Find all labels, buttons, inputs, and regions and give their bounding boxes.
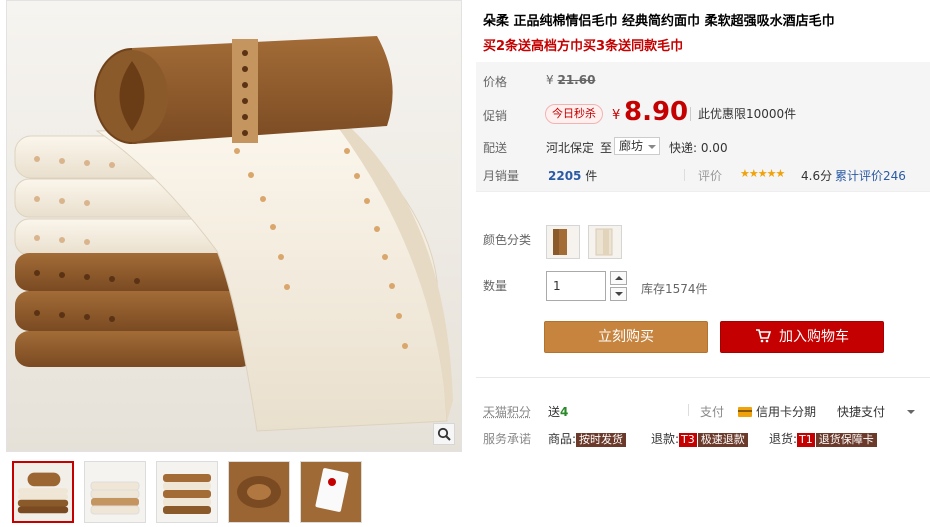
promo-limit-note: 此优惠限10000件 (689, 107, 797, 121)
product-title: 朵柔 正品纯棉情侣毛巾 经典简约面巾 柔软超强吸水酒店毛巾 (483, 14, 835, 29)
thumb-towel-stack-roll[interactable] (12, 461, 74, 523)
cart-icon (756, 328, 771, 342)
return-label: 退货: (769, 432, 798, 446)
thumb-image (14, 463, 72, 521)
destination-city: 廊坊 (619, 139, 644, 153)
add-to-cart-button[interactable]: 加入购物车 (720, 321, 884, 353)
refund-promise[interactable]: 退款: T3 极速退款 (651, 430, 748, 447)
thumbnail-strip (12, 461, 362, 523)
zoom-button[interactable] (433, 423, 455, 445)
destination-select[interactable]: 廊坊 (614, 137, 660, 155)
points-reward: 送4 (548, 403, 568, 420)
thumb-image (229, 462, 289, 522)
thumb-cream-stack[interactable] (84, 461, 146, 523)
thumb-image (157, 462, 217, 522)
product-info-panel: 朵柔 正品纯棉情侣毛巾 经典简约面巾 柔软超强吸水酒店毛巾 买2条送高档方巾买3… (476, 0, 930, 527)
price-label: 价格 (483, 75, 508, 89)
brown-towel-swatch-icon (547, 226, 579, 258)
credit-card-installment[interactable]: 信用卡分期 (738, 403, 816, 420)
main-product-image[interactable] (6, 0, 462, 452)
service-promise-label: 服务承诺 (483, 432, 532, 446)
ship-to-word: 至 (600, 141, 613, 155)
currency-symbol: ¥ (546, 73, 554, 87)
ship-from: 河北保定 (546, 141, 595, 155)
thumb-image (85, 462, 145, 522)
thumb-label-tag[interactable] (300, 461, 362, 523)
credit-card-label: 信用卡分期 (756, 405, 817, 419)
cream-towel-swatch-icon (589, 226, 621, 258)
flash-sale-badge: 今日秒杀 (545, 104, 603, 124)
section-divider (476, 377, 930, 378)
goods-promise[interactable]: 商品: 按时发货 (548, 430, 627, 447)
color-option-cream[interactable] (588, 225, 622, 259)
buy-now-button[interactable]: 立刻购买 (544, 321, 708, 353)
price-box: 价格 ¥ 21.60 促销 今日秒杀 ¥ 8.90 此优惠限10000件 配送 … (476, 62, 930, 192)
monthly-sales-count: 2205 (548, 169, 582, 183)
refund-tier-badge: T3 (679, 433, 697, 447)
credit-card-icon (738, 406, 752, 417)
review-count-link[interactable]: 累计评价246 (835, 167, 906, 184)
quick-pay[interactable]: 快捷支付 (837, 403, 885, 420)
stock-count: 库存1574件 (641, 282, 708, 296)
rating-score: 4.6分 (801, 169, 833, 183)
on-time-delivery-badge: 按时发货 (576, 433, 627, 447)
points-prefix: 送 (548, 405, 561, 419)
color-label: 颜色分类 (483, 233, 532, 247)
quantity-label: 数量 (483, 279, 508, 293)
tmall-points-label[interactable]: 天猫积分 (483, 403, 531, 420)
delivery-label: 配送 (483, 141, 508, 155)
chevron-down-icon[interactable] (907, 410, 915, 414)
points-value: 4 (560, 405, 569, 419)
quantity-decrease-button[interactable] (610, 287, 627, 301)
thumb-brown-closeup[interactable] (228, 461, 290, 523)
rating-label: 评价 (698, 169, 723, 183)
quantity-input[interactable]: 1 (546, 271, 606, 301)
monthly-sales-unit: 件 (585, 169, 598, 183)
chevron-down-icon (648, 145, 656, 149)
quantity-increase-button[interactable] (610, 271, 627, 285)
color-option-brown[interactable] (546, 225, 580, 259)
return-tier-badge: T1 (797, 433, 815, 447)
promo-price: 8.90 (624, 97, 689, 127)
monthly-sales-label: 月销量 (483, 169, 520, 183)
return-guarantee-badge: 退货保障卡 (815, 433, 877, 447)
towel-photo (7, 1, 461, 451)
magnifier-icon (437, 427, 451, 441)
add-to-cart-label: 加入购物车 (779, 329, 849, 345)
promo-label: 促销 (483, 109, 508, 123)
refund-label: 退款: (651, 432, 680, 446)
shipping-fee: 快递: 0.00 (669, 141, 728, 155)
product-subtitle: 买2条送高档方巾买3条送同款毛巾 (483, 39, 684, 54)
promo-currency-symbol: ¥ (612, 108, 621, 123)
fast-refund-badge: 极速退款 (697, 433, 748, 447)
return-promise[interactable]: 退货: T1 退货保障卡 (769, 430, 877, 447)
monthly-sales: 2205 件 (548, 167, 597, 184)
original-price-value: 21.60 (557, 73, 596, 87)
rating-stars-icon: ★★★★★ (740, 167, 785, 180)
thumb-image (301, 462, 361, 522)
original-price: ¥ 21.60 (546, 73, 595, 87)
thumb-brown-cream-stack[interactable] (156, 461, 218, 523)
payment-label: 支付 (700, 405, 725, 419)
goods-label: 商品: (548, 432, 577, 446)
